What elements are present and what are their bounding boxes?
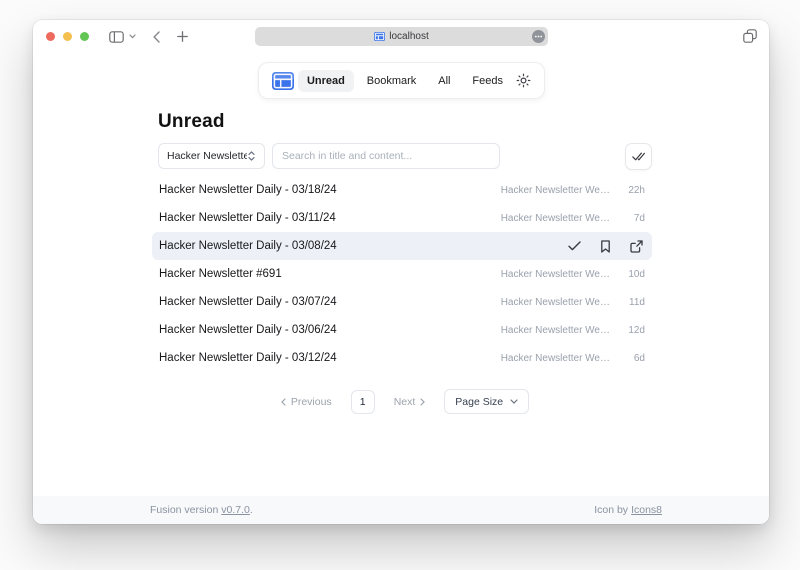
item-time: 12d [620,325,645,336]
search-input[interactable] [272,143,500,169]
item-list: Hacker Newsletter Daily - 03/18/24 Hacke… [152,176,652,372]
tab-bookmark[interactable]: Bookmark [358,70,426,92]
list-item[interactable]: Hacker Newsletter Daily - 03/06/24 Hacke… [152,316,652,344]
zoom-window-button[interactable] [80,32,89,41]
version-link[interactable]: v0.7.0 [221,504,250,516]
bookmark-icon[interactable] [600,240,611,253]
item-time: 7d [620,213,645,224]
chevron-left-icon [281,398,286,406]
item-time: 11d [620,297,645,308]
new-tab-icon[interactable] [177,31,188,42]
select-updown-icon [247,150,256,162]
item-title: Hacker Newsletter Daily - 03/07/24 [159,296,337,308]
item-title: Hacker Newsletter Daily - 03/11/24 [159,212,336,224]
item-time: 22h [620,185,645,196]
version-text: Fusion versionv0.7.0. [150,504,253,516]
mark-read-icon[interactable] [568,241,581,251]
list-item[interactable]: Hacker Newsletter Daily - 03/18/24 Hacke… [152,176,652,204]
app-nav: Unread Bookmark All Feeds [258,62,545,99]
minimize-window-button[interactable] [63,32,72,41]
icon-credit-text: Icon byIcons8 [594,504,662,516]
chevron-down-icon [510,399,518,404]
item-feed-name: Hacker Newsletter We… [501,269,610,280]
chevron-right-icon [420,398,425,406]
chevron-down-icon[interactable] [129,34,136,39]
tab-all[interactable]: All [429,70,459,92]
tab-unread[interactable]: Unread [298,70,354,92]
page-number-button[interactable]: 1 [351,390,375,414]
item-title: Hacker Newsletter Daily - 03/18/24 [159,184,337,196]
feed-filter-value: Hacker Newsletter ... [167,150,247,162]
tab-feeds[interactable]: Feeds [463,70,512,92]
previous-page-button[interactable]: Previous [275,395,338,409]
tab-overview-icon[interactable] [743,29,757,43]
item-title: Hacker Newsletter Daily - 03/08/24 [159,240,337,252]
icons8-link[interactable]: Icons8 [631,504,662,516]
window-controls [46,32,89,41]
item-time: 6d [620,353,645,364]
item-feed-name: Hacker Newsletter We… [501,325,610,336]
item-title: Hacker Newsletter Daily - 03/12/24 [159,352,337,364]
list-item[interactable]: Hacker Newsletter Daily - 03/12/24 Hacke… [152,344,652,372]
list-item[interactable]: Hacker Newsletter Daily - 03/07/24 Hacke… [152,288,652,316]
site-favicon [374,32,385,41]
close-window-button[interactable] [46,32,55,41]
list-item[interactable]: Hacker Newsletter Daily - 03/11/24 Hacke… [152,204,652,232]
list-item[interactable]: Hacker Newsletter #691 Hacker Newsletter… [152,260,652,288]
item-actions [568,240,645,253]
next-page-button[interactable]: Next [388,395,432,409]
more-options-icon[interactable] [532,30,545,43]
page-size-button[interactable]: Page Size [444,389,529,414]
item-feed-name: Hacker Newsletter We… [501,185,610,196]
item-feed-name: Hacker Newsletter We… [501,213,610,224]
external-link-icon[interactable] [630,240,643,253]
address-bar[interactable]: localhost [255,27,548,46]
browser-window: localhost [33,20,769,524]
feed-filter-select[interactable]: Hacker Newsletter ... [158,143,265,169]
app-footer: Fusion versionv0.7.0. Icon byIcons8 [33,496,769,524]
url-text: localhost [389,31,428,42]
item-feed-name: Hacker Newsletter We… [501,297,610,308]
back-icon[interactable] [153,31,160,43]
item-feed-name: Hacker Newsletter We… [501,353,610,364]
item-title: Hacker Newsletter #691 [159,268,282,280]
browser-toolbar: localhost [33,20,769,53]
page-title: Unread [158,111,225,133]
mark-all-read-button[interactable] [625,143,652,170]
list-item[interactable]: Hacker Newsletter Daily - 03/08/24 [152,232,652,260]
fusion-logo-icon [272,72,294,90]
sidebar-toggle-icon[interactable] [109,31,124,43]
filter-controls: Hacker Newsletter ... [152,143,652,170]
pagination: Previous 1 Next Page Size [152,389,652,414]
theme-toggle-sun-icon[interactable] [516,73,531,88]
item-title: Hacker Newsletter Daily - 03/06/24 [159,324,337,336]
item-time: 10d [620,269,645,280]
